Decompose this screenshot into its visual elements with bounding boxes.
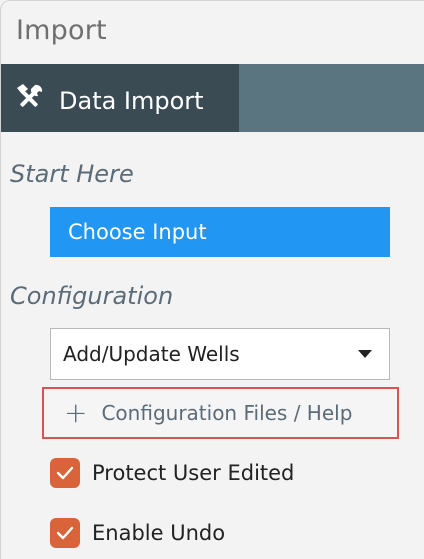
check-icon (56, 526, 74, 540)
configuration-files-help-label: Configuration Files / Help (101, 401, 353, 425)
configuration-files-help-button[interactable]: + Configuration Files / Help (42, 387, 399, 439)
window-title: Import (16, 15, 107, 46)
import-panel: Import Data Import Start Here Choose Inp… (0, 0, 424, 559)
enable-undo-option[interactable]: Enable Undo (50, 518, 225, 548)
protect-user-edited-option[interactable]: Protect User Edited (50, 458, 294, 488)
tools-icon (12, 81, 46, 115)
tab-label: Data Import (59, 87, 204, 115)
configuration-select[interactable]: Add/Update Wells (50, 328, 390, 380)
enable-undo-checkbox[interactable] (50, 518, 80, 548)
tab-data-import[interactable]: Data Import (1, 64, 239, 132)
configuration-heading: Configuration (10, 282, 174, 310)
enable-undo-label: Enable Undo (92, 521, 226, 545)
protect-user-edited-label: Protect User Edited (92, 461, 295, 485)
start-here-heading: Start Here (10, 160, 134, 188)
tab-strip: Data Import (1, 64, 424, 132)
chevron-down-icon (358, 350, 372, 358)
plus-icon: + (64, 396, 88, 429)
check-icon (56, 466, 74, 480)
select-value: Add/Update Wells (63, 342, 240, 366)
protect-user-edited-checkbox[interactable] (50, 458, 80, 488)
choose-input-button[interactable]: Choose Input (50, 207, 390, 257)
